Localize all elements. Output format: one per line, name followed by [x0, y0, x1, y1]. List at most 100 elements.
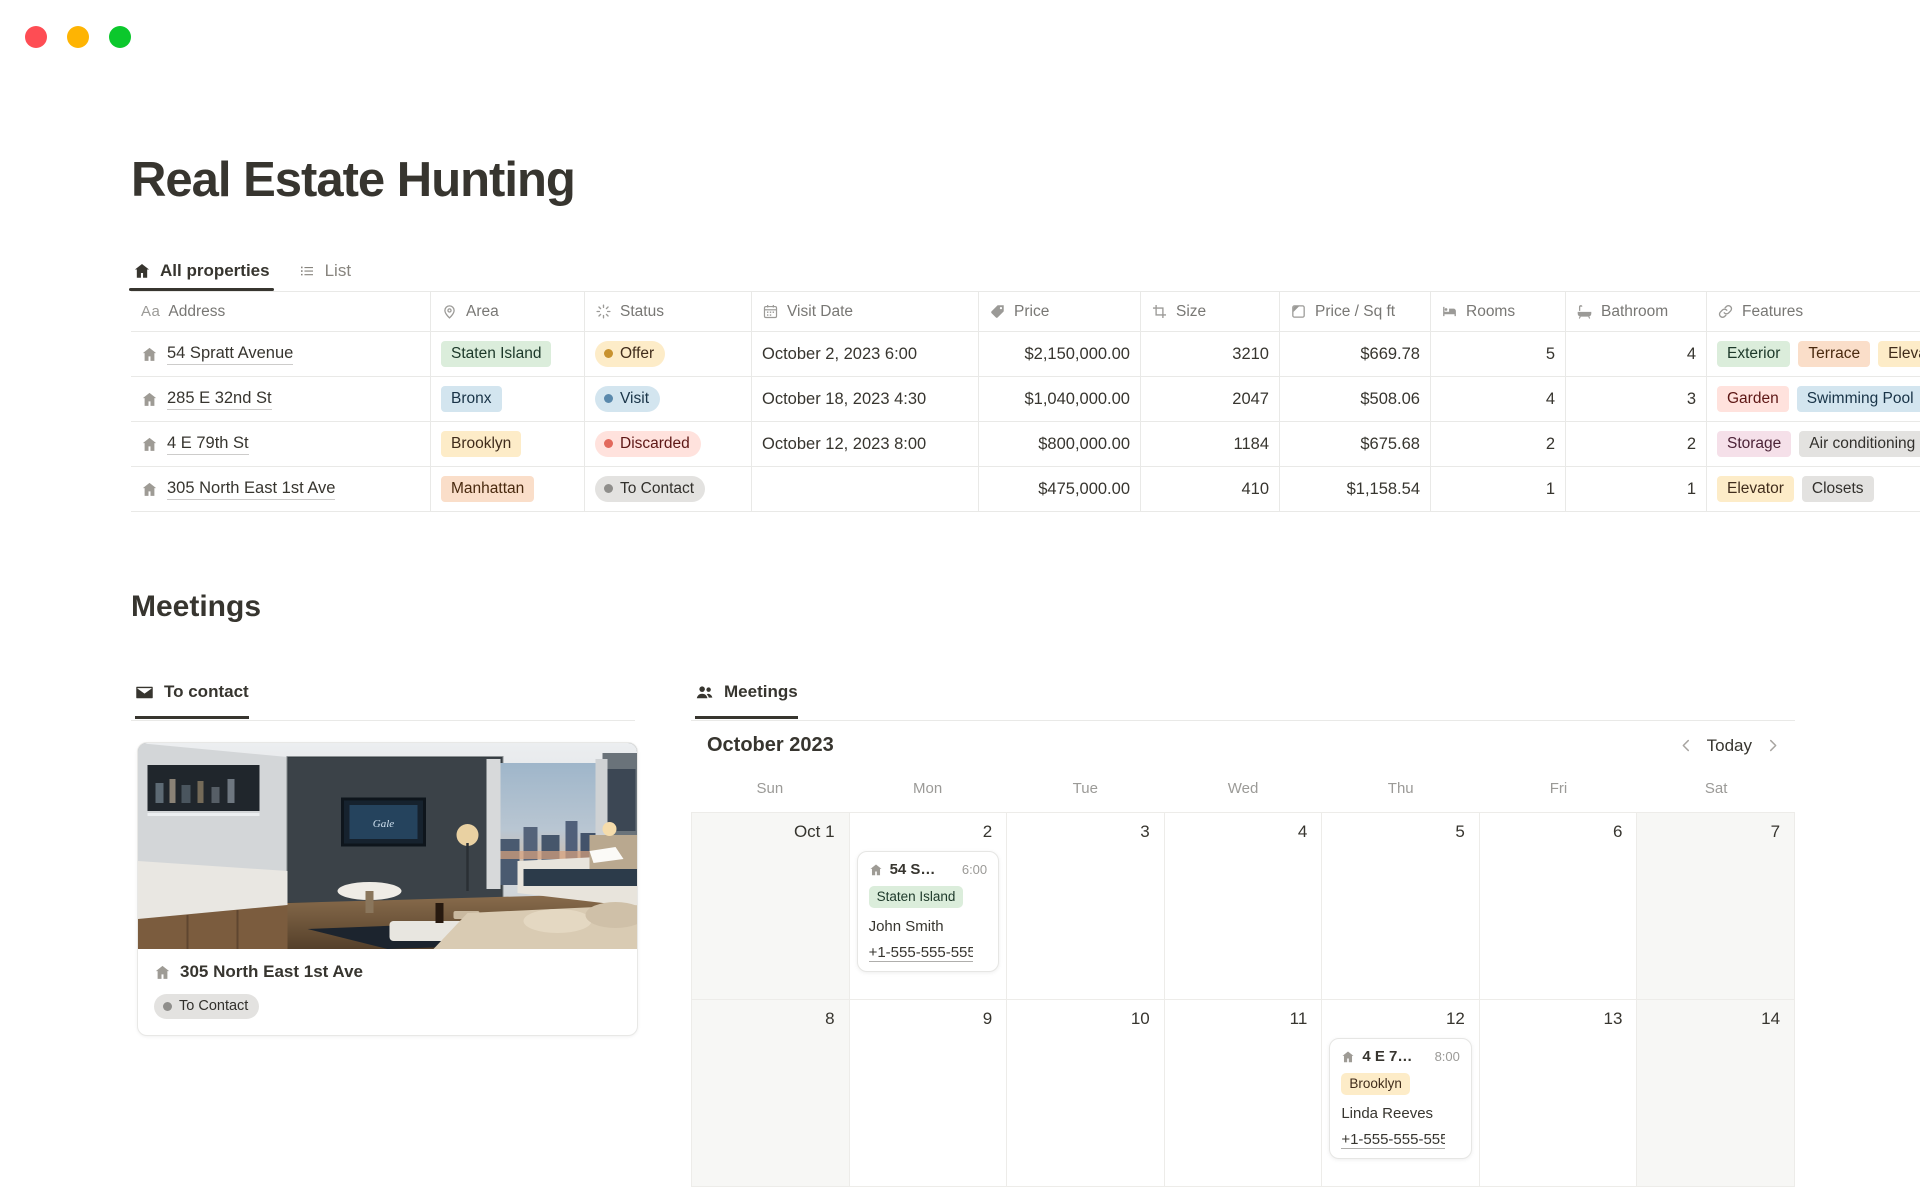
calendar-day-5[interactable]: 5	[1322, 813, 1480, 999]
cell-price[interactable]: $475,000.00	[979, 467, 1141, 511]
calendar-day-11[interactable]: 11	[1165, 1000, 1323, 1186]
cell-status[interactable]: Discarded	[585, 422, 752, 466]
calendar-day-10[interactable]: 10	[1007, 1000, 1165, 1186]
column-header-address[interactable]: AaAddress	[131, 292, 431, 331]
column-header-label: Bathroom	[1601, 303, 1668, 321]
cell-address[interactable]: 285 E 32nd St	[131, 377, 431, 421]
cell-features[interactable]: GardenSwimming Pool	[1707, 377, 1920, 421]
cell-price[interactable]: $1,040,000.00	[979, 377, 1141, 421]
cell-visit_date[interactable]: October 18, 2023 4:30	[752, 377, 979, 421]
tabbar-divider	[691, 720, 1795, 721]
cell-rooms[interactable]: 1	[1431, 467, 1566, 511]
minimize-button[interactable]	[67, 26, 89, 48]
column-header-area[interactable]: Area	[431, 292, 585, 331]
tabbar-divider	[131, 720, 635, 721]
cell-visit_date[interactable]	[752, 467, 979, 511]
calendar-day-6[interactable]: 6	[1480, 813, 1638, 999]
cell-address[interactable]: 4 E 79th St	[131, 422, 431, 466]
property-photo: Gale	[138, 743, 637, 949]
cell-price[interactable]: $2,150,000.00	[979, 332, 1141, 376]
today-button[interactable]: Today	[1707, 736, 1752, 756]
column-header-rooms[interactable]: Rooms	[1431, 292, 1566, 331]
cell-visit_date[interactable]: October 12, 2023 8:00	[752, 422, 979, 466]
close-button[interactable]	[25, 26, 47, 48]
event-phone-link[interactable]: +1-555-555-5555	[869, 944, 973, 962]
cell-area[interactable]: Bronx	[431, 377, 585, 421]
cell-price_sqft[interactable]: $669.78	[1280, 332, 1431, 376]
column-header-price_sqft[interactable]: Price / Sq ft	[1280, 292, 1431, 331]
maximize-button[interactable]	[109, 26, 131, 48]
event-title: 54 S…	[890, 861, 936, 878]
calendar-day-oct-1[interactable]: Oct 1	[692, 813, 850, 999]
column-header-status[interactable]: Status	[585, 292, 752, 331]
cell-price_sqft[interactable]: $508.06	[1280, 377, 1431, 421]
calendar-day-4[interactable]: 4	[1165, 813, 1323, 999]
cell-bathroom[interactable]: 1	[1566, 467, 1707, 511]
cell-size[interactable]: 1184	[1141, 422, 1280, 466]
cell-status[interactable]: Offer	[585, 332, 752, 376]
column-header-size[interactable]: Size	[1141, 292, 1280, 331]
cell-address[interactable]: 305 North East 1st Ave	[131, 467, 431, 511]
cell-rooms[interactable]: 2	[1431, 422, 1566, 466]
address-link[interactable]: 305 North East 1st Ave	[167, 478, 335, 500]
day-number: 2	[850, 813, 1007, 842]
address-link[interactable]: 4 E 79th St	[167, 433, 249, 455]
cell-rooms[interactable]: 5	[1431, 332, 1566, 376]
calendar-day-9[interactable]: 9	[850, 1000, 1008, 1186]
address-link[interactable]: 285 E 32nd St	[167, 388, 272, 410]
event-phone-link[interactable]: +1-555-555-5555	[1341, 1131, 1445, 1149]
cell-price_sqft[interactable]: $1,158.54	[1280, 467, 1431, 511]
cell-size[interactable]: 3210	[1141, 332, 1280, 376]
column-header-price[interactable]: Price	[979, 292, 1141, 331]
cell-size[interactable]: 410	[1141, 467, 1280, 511]
column-header-bathroom[interactable]: Bathroom	[1566, 292, 1707, 331]
column-header-visit_date[interactable]: Visit Date	[752, 292, 979, 331]
cell-rooms[interactable]: 4	[1431, 377, 1566, 421]
address-link[interactable]: 54 Spratt Avenue	[167, 343, 293, 365]
cell-address[interactable]: 54 Spratt Avenue	[131, 332, 431, 376]
cell-bathroom[interactable]: 2	[1566, 422, 1707, 466]
tab-to-contact[interactable]: To contact	[135, 682, 249, 719]
list-icon	[298, 262, 316, 280]
calendar-event-card[interactable]: 4 E 7…8:00BrooklynLinda Reeves+1-555-555…	[1329, 1038, 1472, 1159]
calendar-day-2[interactable]: 2 54 S…6:00Staten IslandJohn Smith+1-555-…	[850, 813, 1008, 999]
feature-pill-label: Air conditioning	[1809, 434, 1915, 454]
cell-area[interactable]: Brooklyn	[431, 422, 585, 466]
cell-price[interactable]: $800,000.00	[979, 422, 1141, 466]
cell-status[interactable]: To Contact	[585, 467, 752, 511]
calendar-day-7[interactable]: 7	[1637, 813, 1794, 999]
tab-meetings[interactable]: Meetings	[695, 682, 798, 719]
chevron-left-icon[interactable]	[1678, 737, 1695, 754]
chevron-right-icon[interactable]	[1764, 737, 1781, 754]
calendar-day-13[interactable]: 13	[1480, 1000, 1638, 1186]
area-pill-label: Staten Island	[451, 344, 541, 364]
svg-text:Gale: Gale	[373, 818, 395, 830]
cell-bathroom[interactable]: 4	[1566, 332, 1707, 376]
property-card[interactable]: Gale	[137, 742, 638, 1036]
view-tab-list[interactable]: List	[298, 250, 351, 291]
calendar-event-card[interactable]: 54 S…6:00Staten IslandJohn Smith+1-555-5…	[857, 851, 1000, 972]
cell-features[interactable]: StorageAir conditioning	[1707, 422, 1920, 466]
status-dot	[604, 439, 613, 448]
view-tab-all-properties[interactable]: All properties	[133, 250, 270, 291]
cell-area[interactable]: Staten Island	[431, 332, 585, 376]
status-pill: To Contact	[595, 476, 705, 502]
cell-bathroom[interactable]: 3	[1566, 377, 1707, 421]
calendar-day-8[interactable]: 8	[692, 1000, 850, 1186]
calendar-day-14[interactable]: 14	[1637, 1000, 1794, 1186]
cell-size[interactable]: 2047	[1141, 377, 1280, 421]
cell-features[interactable]: ElevatorClosets	[1707, 467, 1920, 511]
cell-price_sqft[interactable]: $675.68	[1280, 422, 1431, 466]
bathtub-icon	[1576, 303, 1593, 320]
cell-area[interactable]: Manhattan	[431, 467, 585, 511]
cell-status[interactable]: Visit	[585, 377, 752, 421]
house-icon	[141, 481, 158, 498]
event-area-pill-label: Staten Island	[877, 888, 956, 906]
calendar-day-3[interactable]: 3	[1007, 813, 1165, 999]
day-number: 5	[1322, 813, 1479, 842]
cell-features[interactable]: ExteriorTerraceElevator	[1707, 332, 1920, 376]
cell-visit_date[interactable]: October 2, 2023 6:00	[752, 332, 979, 376]
column-header-features[interactable]: Features	[1707, 292, 1920, 331]
calendar-day-12[interactable]: 124 E 7…8:00BrooklynLinda Reeves+1-555-5…	[1322, 1000, 1480, 1186]
feature-pill-label: Garden	[1727, 389, 1779, 409]
